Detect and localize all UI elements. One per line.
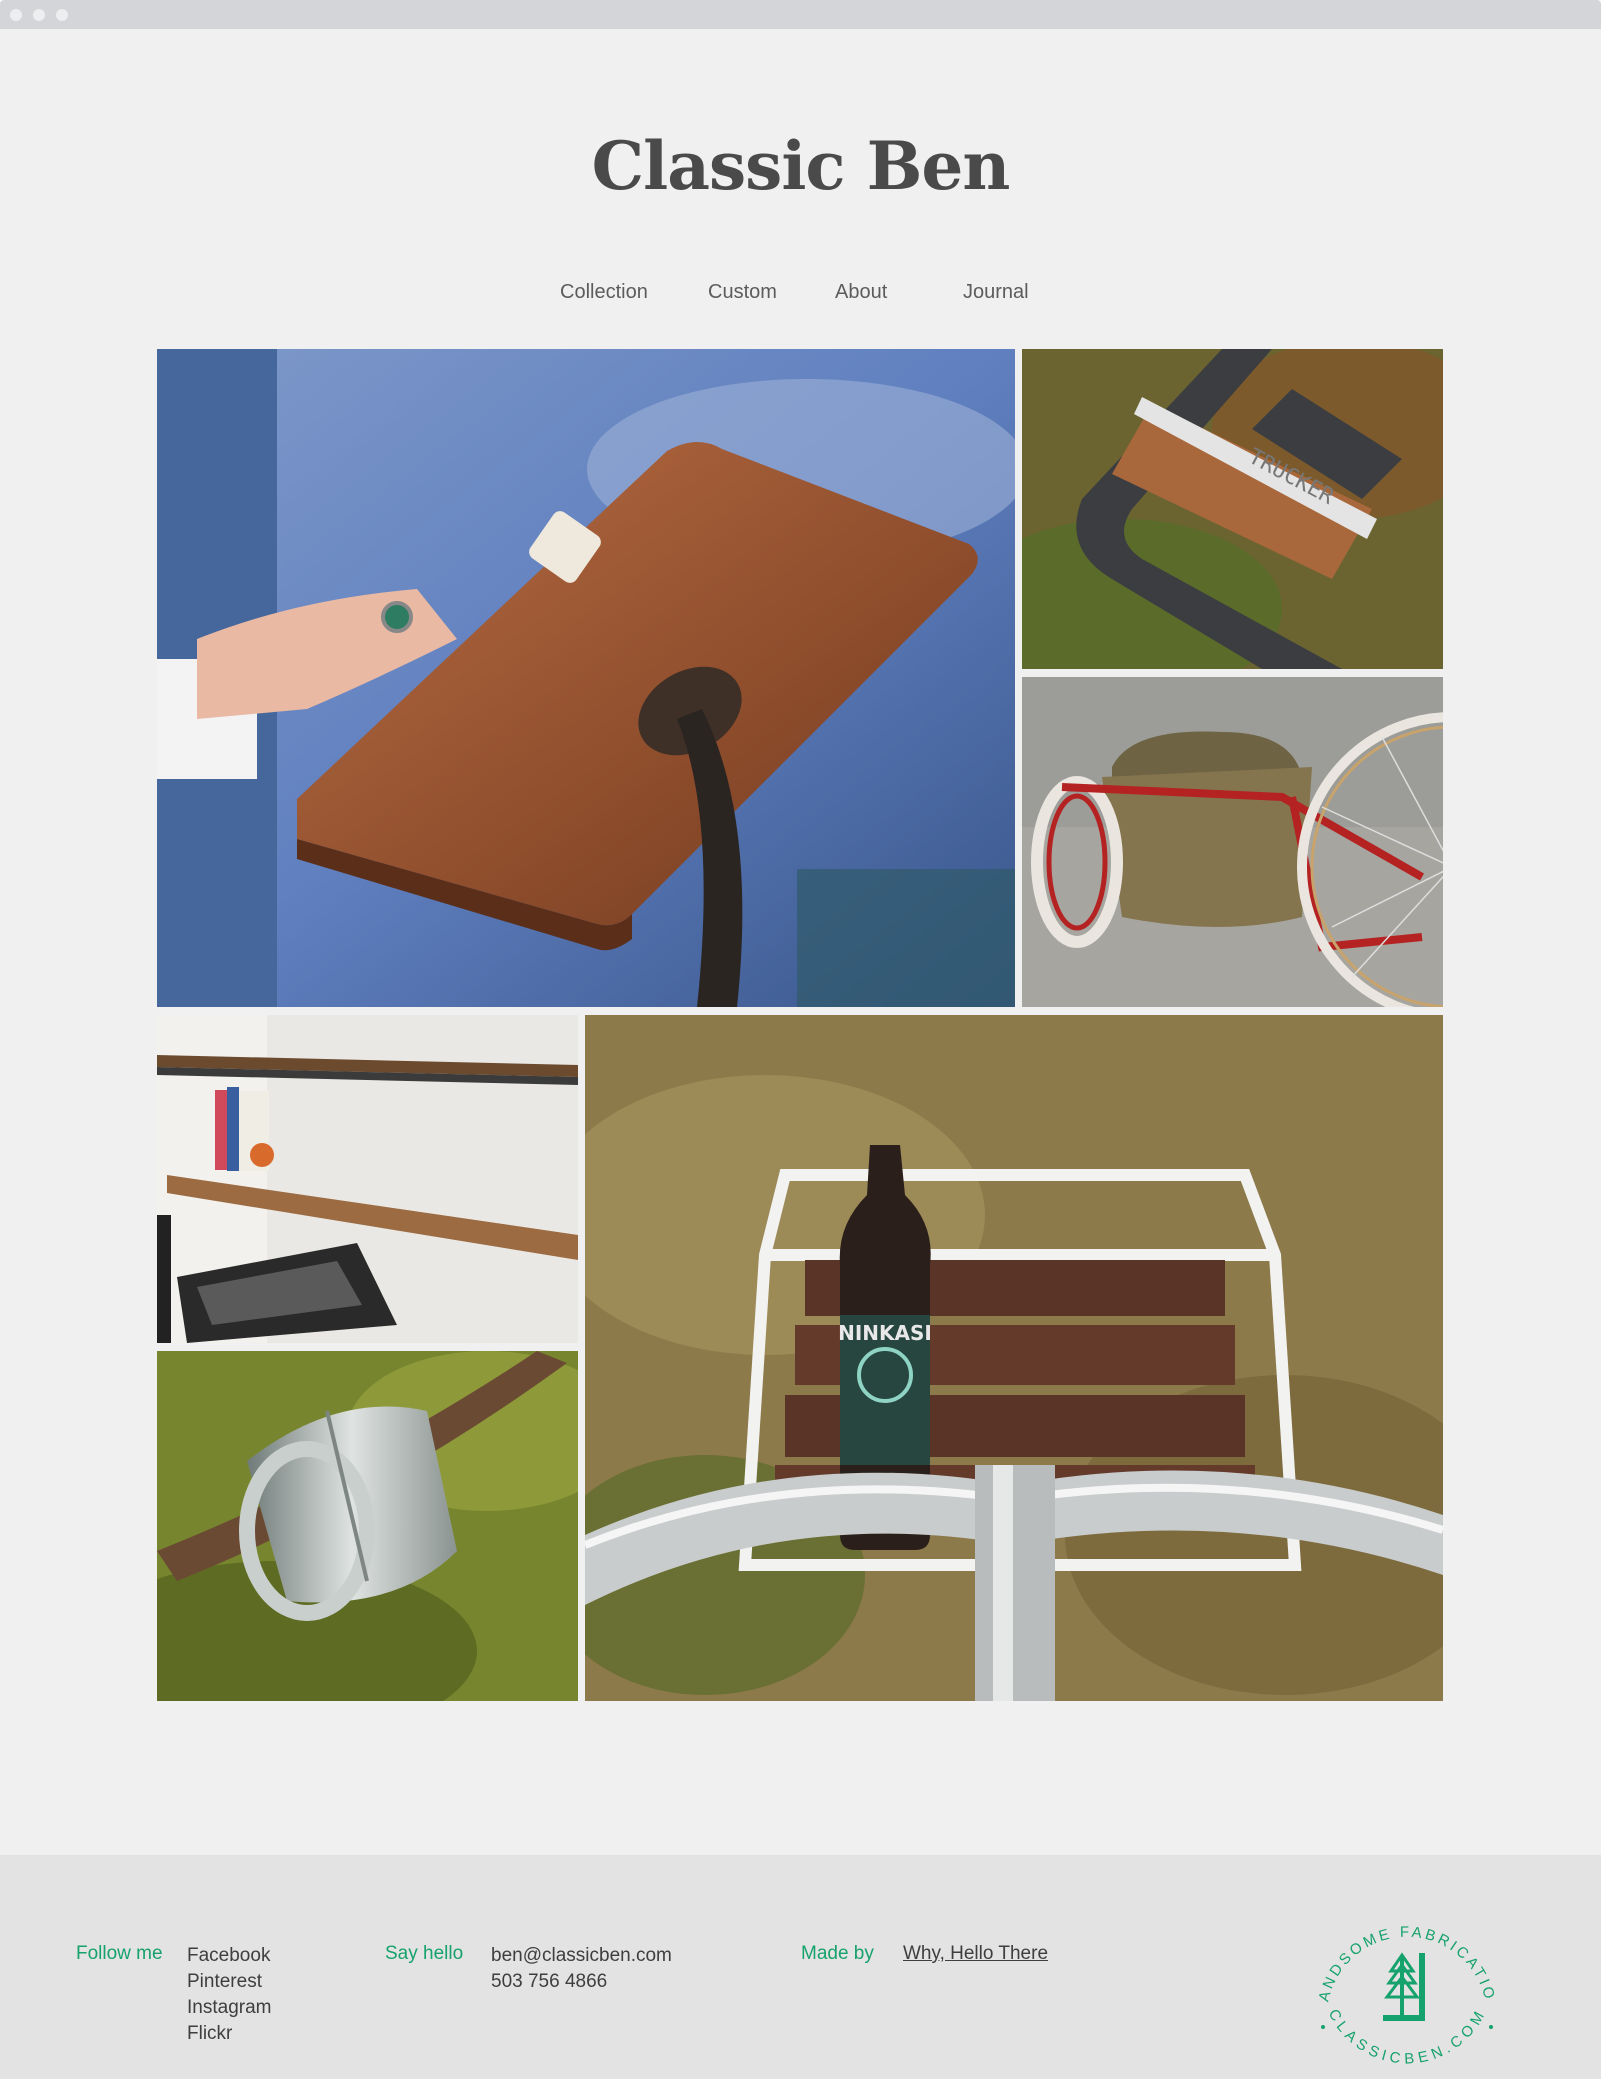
made-by-label: Made by [801, 1943, 874, 1964]
nav-collection[interactable]: Collection [560, 281, 648, 304]
trucker-rack-nameplate-photo-icon: TRUCKER [1022, 349, 1443, 669]
email-link[interactable]: ben@classicben.com [491, 1943, 672, 1969]
social-links: Facebook Pinterest Instagram Flickr [187, 1943, 271, 2047]
gallery-photo-ipad-stand[interactable] [157, 349, 1015, 1007]
gallery-photo-ring[interactable] [157, 1351, 578, 1701]
page: Classic Ben Collection Custom About Jour… [0, 29, 1601, 2079]
follow-me-label: Follow me [76, 1943, 163, 1964]
bike-sidecar-trailer-photo-icon [1022, 677, 1443, 1007]
bike-front-rack-beer-photo-icon: NINKASI [585, 1015, 1443, 1701]
nav-about[interactable]: About [835, 281, 887, 304]
pinterest-link[interactable]: Pinterest [187, 1969, 271, 1995]
wall-shelves-photo-icon [157, 1015, 578, 1343]
window-maximize-dot[interactable] [56, 9, 68, 21]
wooden-ipad-stand-photo-icon [157, 349, 1015, 1007]
tree-icon [1383, 1952, 1425, 2021]
contact-info: ben@classicben.com 503 756 4866 [491, 1943, 672, 1995]
facebook-link[interactable]: Facebook [187, 1943, 271, 1969]
svg-text:NINKASI: NINKASI [838, 1321, 932, 1345]
gallery-photo-shelves[interactable] [157, 1015, 578, 1343]
instagram-link[interactable]: Instagram [187, 1995, 271, 2021]
nav-journal[interactable]: Journal [963, 281, 1029, 304]
phone-number: 503 756 4866 [491, 1971, 608, 1992]
site-logo[interactable]: Classic Ben [0, 127, 1601, 205]
window-close-dot[interactable] [10, 9, 22, 21]
made-by-link[interactable]: Why, Hello There [903, 1943, 1048, 1965]
site-footer: Follow me Facebook Pinterest Instagram F… [0, 1855, 1601, 2079]
browser-title-bar [0, 0, 1601, 29]
nav-custom[interactable]: Custom [708, 281, 777, 304]
gallery-photo-trucker-rack[interactable]: TRUCKER [1022, 349, 1443, 669]
say-hello-label: Say hello [385, 1943, 464, 1964]
handsome-fabrication-badge: HANDSOME FABRICATION CLASSICBEN.COM [1307, 1889, 1496, 2068]
steel-ring-photo-icon [157, 1351, 578, 1701]
window-minimize-dot[interactable] [33, 9, 45, 21]
gallery-photo-front-rack[interactable]: NINKASI [585, 1015, 1443, 1701]
gallery-photo-sidecar[interactable] [1022, 677, 1443, 1007]
flickr-link[interactable]: Flickr [187, 2021, 271, 2047]
